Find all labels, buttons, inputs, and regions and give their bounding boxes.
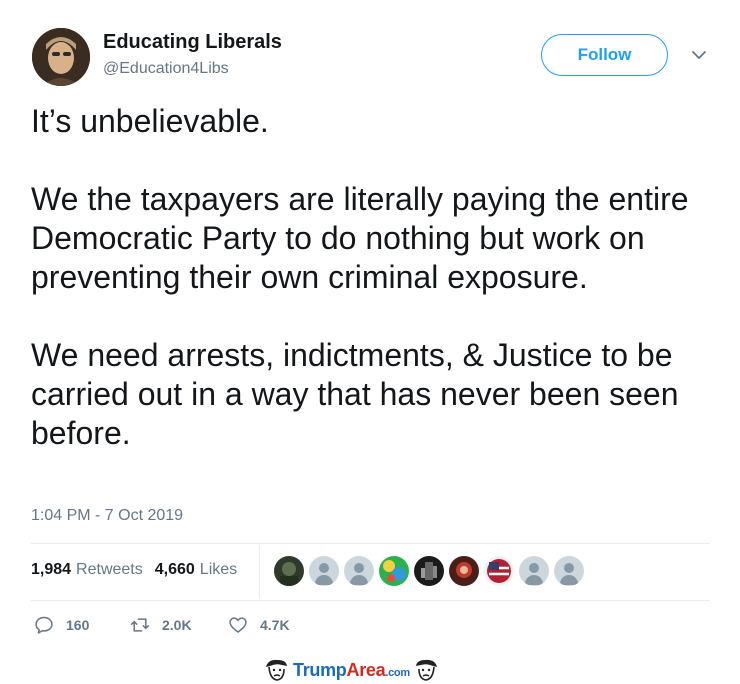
divider bbox=[31, 543, 710, 544]
watermark-com: .com bbox=[385, 666, 410, 679]
retweets-stat[interactable]: 1,984 Retweets bbox=[31, 561, 143, 579]
liker-avatar[interactable] bbox=[519, 556, 549, 586]
tweet-timestamp[interactable]: 1:04 PM - 7 Oct 2019 bbox=[31, 507, 183, 525]
reply-button[interactable]: 160 bbox=[34, 615, 89, 635]
liker-avatar[interactable] bbox=[309, 556, 339, 586]
liker-avatar[interactable] bbox=[554, 556, 584, 586]
liker-avatar[interactable] bbox=[414, 556, 444, 586]
liker-avatars bbox=[274, 556, 589, 586]
liker-avatar[interactable] bbox=[379, 556, 409, 586]
tweet-text: It’s unbelievable. We the taxpayers are … bbox=[31, 102, 721, 453]
likes-count: 4,660 bbox=[154, 561, 195, 578]
watermark-trump: Trump bbox=[293, 659, 347, 680]
retweet-count: 2.0K bbox=[162, 617, 192, 633]
stats-separator bbox=[259, 545, 260, 598]
chevron-down-icon[interactable] bbox=[690, 46, 708, 64]
divider bbox=[31, 600, 710, 601]
liker-avatar[interactable] bbox=[344, 556, 374, 586]
like-button[interactable]: 4.7K bbox=[228, 615, 290, 635]
author-display-name[interactable]: Educating Liberals bbox=[103, 31, 282, 54]
liker-avatar[interactable] bbox=[484, 556, 514, 586]
watermark-area: Area bbox=[346, 659, 386, 680]
tweet-paragraph: It’s unbelievable. bbox=[31, 103, 269, 139]
tweet-paragraph: We need arrests, indictments, & Justice … bbox=[31, 337, 679, 451]
author-handle[interactable]: @Education4Libs bbox=[103, 60, 229, 78]
trump-face-right-icon bbox=[415, 659, 437, 681]
retweet-icon bbox=[130, 618, 150, 632]
trump-face-left-icon bbox=[266, 659, 287, 681]
author-avatar[interactable] bbox=[32, 28, 90, 86]
tweet-card: Educating Liberals @Education4Libs Follo… bbox=[0, 0, 740, 684]
engagement-stats: 1,984 Retweets 4,660 Likes bbox=[31, 561, 249, 579]
follow-button[interactable]: Follow bbox=[541, 34, 668, 76]
retweets-count: 1,984 bbox=[31, 561, 72, 578]
retweets-label: Retweets bbox=[76, 561, 143, 578]
tweet-paragraph: We the taxpayers are literally paying th… bbox=[31, 181, 689, 295]
liker-avatar[interactable] bbox=[274, 556, 304, 586]
likes-stat[interactable]: 4,660 Likes bbox=[155, 561, 237, 579]
liker-avatar[interactable] bbox=[449, 556, 479, 586]
reply-icon bbox=[35, 616, 53, 634]
reply-count: 160 bbox=[66, 617, 90, 633]
retweet-button[interactable]: 2.0K bbox=[130, 615, 192, 635]
watermark-text: TrumpArea.com bbox=[293, 660, 410, 681]
likes-label: Likes bbox=[199, 561, 238, 578]
trumparea-watermark: TrumpArea.com bbox=[262, 657, 441, 683]
heart-icon bbox=[229, 617, 247, 633]
like-count: 4.7K bbox=[260, 617, 290, 633]
